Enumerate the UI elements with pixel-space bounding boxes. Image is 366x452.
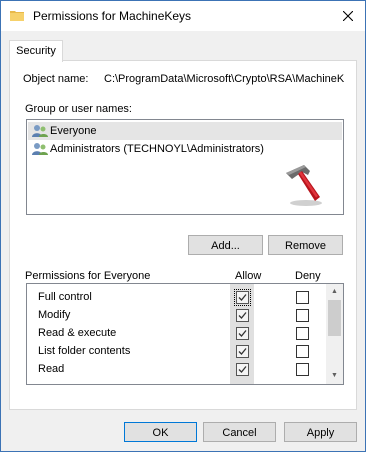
scroll-up-icon[interactable]: ▲ <box>326 284 343 300</box>
add-button[interactable]: Add... <box>188 235 263 255</box>
permission-name: Read <box>38 363 65 375</box>
user-group-icon <box>32 143 48 155</box>
cancel-button[interactable]: Cancel <box>203 422 276 442</box>
group-list-label: Group or user names: <box>25 103 132 115</box>
user-group-icon <box>32 125 48 137</box>
title-bar: Permissions for MachineKeys <box>1 1 365 31</box>
deny-checkbox[interactable] <box>296 345 309 358</box>
deny-checkbox[interactable] <box>296 291 309 304</box>
permission-name: List folder contents <box>38 345 131 357</box>
deny-checkbox[interactable] <box>296 327 309 340</box>
object-name-value: C:\ProgramData\Microsoft\Crypto\RSA\Mach… <box>104 73 345 85</box>
allow-checkbox[interactable] <box>234 289 251 306</box>
permission-row-modify: Modify <box>27 307 325 325</box>
permission-name: Modify <box>38 309 71 321</box>
permission-row-list-folder-contents: List folder contents <box>27 343 325 361</box>
permission-row-full-control: Full control <box>27 289 325 307</box>
permission-row-read: Read <box>27 361 325 379</box>
remove-button[interactable]: Remove <box>268 235 343 255</box>
close-button[interactable] <box>331 1 365 31</box>
ok-button[interactable]: OK <box>124 422 197 442</box>
allow-checkbox[interactable] <box>236 309 249 322</box>
hammer-icon <box>286 165 322 206</box>
permission-name: Read & execute <box>38 327 117 339</box>
list-item-administrators[interactable]: Administrators (TECHNOYL\Administrators) <box>28 140 342 158</box>
allow-column-header: Allow <box>235 270 262 282</box>
close-icon <box>343 11 353 21</box>
object-name-label: Object name: <box>23 73 89 85</box>
deny-column-header: Deny <box>295 270 321 282</box>
permission-name: Full control <box>38 291 92 303</box>
tab-security[interactable]: Security <box>9 40 63 62</box>
permissions-dialog: Permissions for MachineKeys Security Obj… <box>0 0 366 452</box>
deny-checkbox[interactable] <box>296 363 309 376</box>
permissions-scrollbar[interactable]: ▲ ▼ <box>326 284 343 384</box>
permissions-table: Full control Modify Read & execute List … <box>26 283 344 385</box>
allow-checkbox[interactable] <box>236 345 249 358</box>
allow-checkbox[interactable] <box>236 363 249 376</box>
window-title: Permissions for MachineKeys <box>33 9 192 23</box>
security-panel: Object name: C:\ProgramData\Microsoft\Cr… <box>9 60 357 410</box>
scroll-thumb[interactable] <box>328 300 341 336</box>
list-item-label: Administrators (TECHNOYL\Administrators) <box>50 143 264 155</box>
allow-checkbox[interactable] <box>236 327 249 340</box>
permissions-label: Permissions for Everyone <box>25 270 151 282</box>
list-item-everyone[interactable]: Everyone <box>28 122 342 140</box>
list-item-label: Everyone <box>50 125 97 137</box>
permission-row-read-execute: Read & execute <box>27 325 325 343</box>
deny-checkbox[interactable] <box>296 309 309 322</box>
apply-button[interactable]: Apply <box>284 422 357 442</box>
scroll-down-icon[interactable]: ▼ <box>326 368 343 384</box>
folder-icon <box>10 9 24 21</box>
